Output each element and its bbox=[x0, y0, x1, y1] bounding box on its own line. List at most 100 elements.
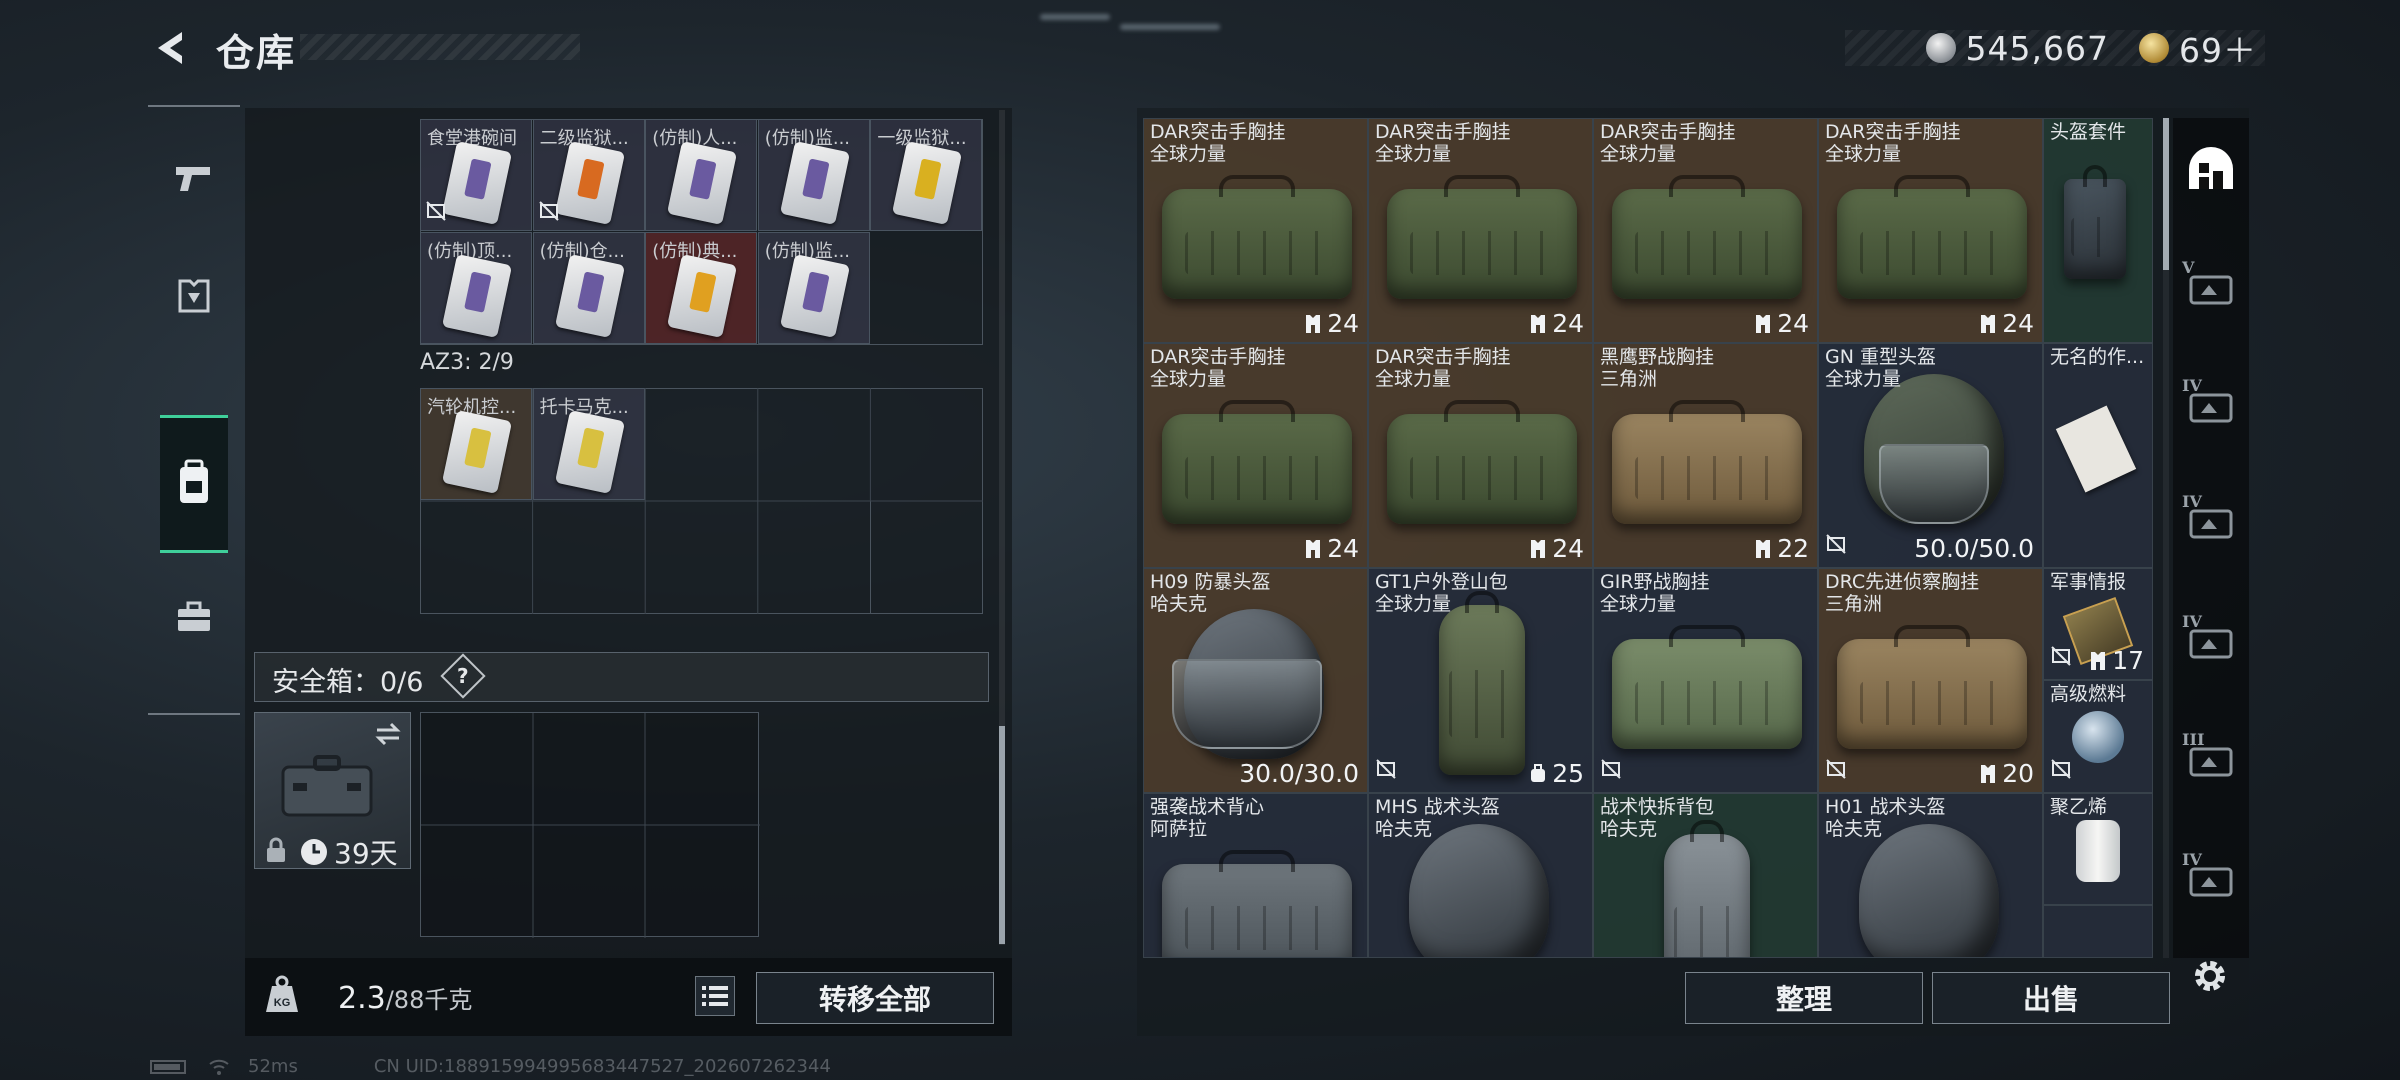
gold-currency-value[interactable]: 69＋ bbox=[2179, 24, 2257, 72]
vest-capacity-icon bbox=[1756, 539, 1771, 558]
stash-tab[interactable]: IV bbox=[2180, 850, 2242, 912]
item-faction: 阿萨拉 bbox=[1150, 818, 1208, 840]
keycard-icon bbox=[441, 140, 513, 226]
stash-item[interactable]: GT1户外登山包 全球力量 25 bbox=[1368, 568, 1593, 793]
sell-button[interactable]: 出售 bbox=[1932, 972, 2170, 1024]
stash-item[interactable]: MHS 战术头盔 哈夫克 bbox=[1368, 793, 1593, 958]
stash-scrollbar-thumb[interactable] bbox=[2163, 118, 2169, 270]
stash-item[interactable]: 战术快拆背包 哈夫克 bbox=[1593, 793, 1818, 958]
nav-item-weapons[interactable] bbox=[148, 117, 240, 237]
item-faction: 全球力量 bbox=[1375, 593, 1452, 615]
stash-item[interactable]: 头盔套件 bbox=[2043, 118, 2153, 343]
visor-icon bbox=[1172, 659, 1322, 749]
stash-item[interactable]: DAR突击手胸挂 全球力量 24 bbox=[1593, 118, 1818, 343]
settings-button[interactable] bbox=[2186, 952, 2234, 1000]
weight-value: 2.3/88千克 bbox=[338, 980, 472, 1016]
stash-item[interactable]: 高级燃料 bbox=[2043, 680, 2153, 793]
clock-icon bbox=[301, 839, 327, 865]
safebox-grid bbox=[420, 712, 760, 938]
stash-item[interactable]: DAR突击手胸挂 全球力量 24 bbox=[1143, 343, 1368, 568]
left-scrollbar-thumb[interactable] bbox=[999, 726, 1005, 944]
vest-capacity-icon bbox=[1531, 314, 1546, 333]
svg-text:KG: KG bbox=[274, 997, 291, 1009]
stash-item[interactable]: DRC先进侦察胸挂 三角洲 20 bbox=[1818, 568, 2043, 793]
item-faction: 三角洲 bbox=[1600, 368, 1658, 390]
keycard-icon bbox=[554, 253, 625, 339]
item-stat: 22 bbox=[1753, 534, 1809, 563]
container-item[interactable]: (仿制)仓... bbox=[532, 232, 645, 344]
helmet-kit-icon bbox=[2064, 165, 2126, 279]
transfer-all-button[interactable]: 转移全部 bbox=[756, 972, 994, 1024]
stash-item[interactable]: GN 重型头盔 全球力量 50.0/50.0 bbox=[1818, 343, 2043, 568]
nav-item-cases[interactable] bbox=[148, 557, 240, 677]
stash-item[interactable]: GIR野战胸挂 全球力量 bbox=[1593, 568, 1818, 793]
container-item[interactable]: (仿制)人... bbox=[645, 119, 758, 231]
container-item[interactable]: (仿制)顶... bbox=[420, 232, 532, 344]
list-view-button[interactable] bbox=[695, 976, 735, 1016]
nav-item-backpacks[interactable] bbox=[160, 415, 228, 553]
stash-item[interactable]: 黑鹰野战胸挂 三角洲 22 bbox=[1593, 343, 1818, 568]
item-name: 无名的作... bbox=[2050, 346, 2145, 368]
stash-item[interactable]: 凌风并联... bbox=[2043, 905, 2153, 958]
item-stat: 24 bbox=[1528, 534, 1584, 563]
item-faction: 全球力量 bbox=[1825, 143, 1902, 165]
stash-item[interactable]: DAR突击手胸挂 全球力量 24 bbox=[1368, 343, 1593, 568]
back-button[interactable] bbox=[148, 24, 196, 72]
document-icon bbox=[2055, 405, 2137, 493]
stash-item[interactable]: 聚乙烯 bbox=[2043, 793, 2153, 905]
item-stat: 50.0/50.0 bbox=[1914, 534, 2034, 563]
chest-rig-icon bbox=[1837, 175, 2027, 299]
item-name: DAR突击手胸挂 bbox=[1375, 121, 1511, 143]
item-faction: 全球力量 bbox=[1600, 593, 1677, 615]
container-item[interactable]: 二级监狱... bbox=[532, 119, 645, 231]
stash-item[interactable]: 强袭战术背心 阿萨拉 bbox=[1143, 793, 1368, 958]
nav-item-armor[interactable] bbox=[148, 237, 240, 357]
uid-value: CN UID:1889159949956834475​27_2026072623… bbox=[373, 1056, 831, 1077]
item-stat-value: 17 bbox=[2112, 646, 2144, 675]
item-stat-value: 22 bbox=[1777, 534, 1809, 563]
ping-value: 52ms bbox=[248, 1056, 298, 1077]
chest-rig-icon bbox=[1387, 400, 1577, 524]
stash-item[interactable]: DAR突击手胸挂 全球力量 24 bbox=[1368, 118, 1593, 343]
container-item[interactable]: 食堂港碗间 bbox=[420, 119, 532, 231]
stash-tab[interactable]: IV bbox=[2180, 492, 2242, 554]
stash-item[interactable]: H01 战术头盔 哈夫克 bbox=[1818, 793, 2043, 958]
weight-max: /88千克 bbox=[385, 986, 473, 1014]
container-item[interactable]: (仿制)监... bbox=[757, 119, 870, 231]
item-faction: 全球力量 bbox=[1600, 143, 1677, 165]
tier-badge: IV bbox=[2182, 492, 2202, 511]
container-item[interactable]: (仿制)典... bbox=[645, 232, 758, 344]
backpack-item-icon bbox=[1439, 591, 1525, 775]
vest-capacity-icon bbox=[1756, 314, 1771, 333]
visor-icon bbox=[1879, 444, 1989, 524]
backpack-item-icon bbox=[1664, 820, 1750, 957]
sort-button[interactable]: 整理 bbox=[1685, 972, 1923, 1024]
stash-tab[interactable] bbox=[2180, 138, 2242, 200]
stash-tab[interactable]: IV bbox=[2180, 612, 2242, 674]
armor-icon bbox=[178, 279, 210, 313]
no-insurance-icon bbox=[1826, 759, 1846, 779]
question-icon: ? bbox=[457, 663, 469, 688]
container-item[interactable]: 一级监狱... bbox=[870, 119, 983, 231]
stash-item[interactable]: DAR突击手胸挂 全球力量 24 bbox=[1143, 118, 1368, 343]
stash-item[interactable]: 无名的作... bbox=[2043, 343, 2153, 568]
page-title: 仓库 bbox=[216, 31, 297, 75]
item-stat-value: 24 bbox=[1327, 534, 1359, 563]
briefcase-icon bbox=[178, 601, 210, 631]
stash-tab[interactable]: III bbox=[2180, 730, 2242, 792]
container-item[interactable]: (仿制)监... bbox=[757, 232, 870, 344]
stash-item[interactable]: H09 防暴头盔 哈夫克 30.0/30.0 bbox=[1143, 568, 1368, 793]
stash-tab[interactable]: IV bbox=[2180, 376, 2242, 438]
item-name: 黑鹰野战胸挂 bbox=[1600, 346, 1715, 368]
stash-item[interactable]: 军事情报 17 bbox=[2043, 568, 2153, 680]
item-stat: 20 bbox=[1978, 759, 2034, 788]
az3-grid-lines bbox=[420, 388, 983, 614]
stash-tab[interactable]: V bbox=[2180, 258, 2242, 320]
item-name: H09 防暴头盔 bbox=[1150, 571, 1271, 593]
item-faction: 哈夫克 bbox=[1150, 593, 1208, 615]
vest-capacity-icon bbox=[1306, 539, 1321, 558]
swap-icon[interactable] bbox=[373, 721, 403, 747]
item-stat: 25 bbox=[1528, 759, 1584, 788]
keycard-icon bbox=[441, 253, 513, 339]
stash-item[interactable]: DAR突击手胸挂 全球力量 24 bbox=[1818, 118, 2043, 343]
